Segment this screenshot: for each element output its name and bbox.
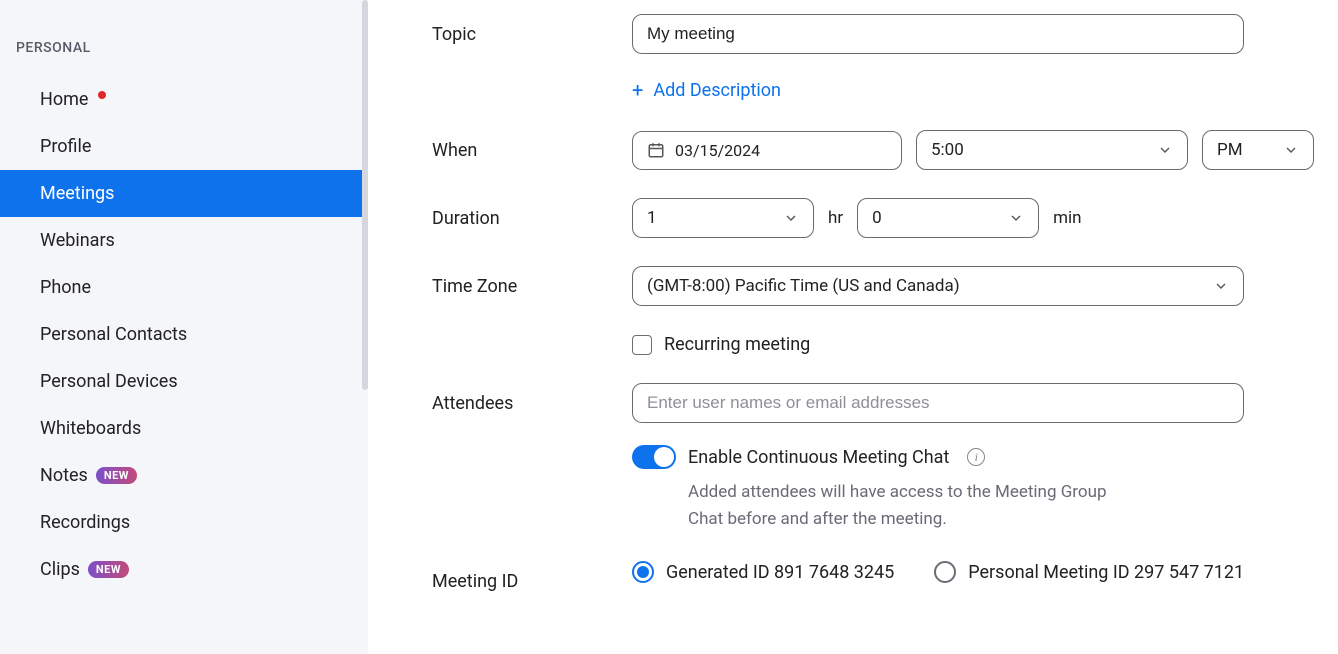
timezone-select[interactable]: (GMT-8:00) Pacific Time (US and Canada) <box>632 266 1244 306</box>
chevron-down-icon <box>1213 278 1229 294</box>
duration-label: Duration <box>432 198 632 229</box>
sidebar-item-label: Personal Devices <box>40 371 178 392</box>
continuous-chat-toggle[interactable] <box>632 445 676 469</box>
sidebar-item-profile[interactable]: Profile <box>0 123 368 170</box>
plus-icon: + <box>632 78 643 102</box>
add-description-label: Add Description <box>653 80 781 101</box>
sidebar-item-personal-contacts[interactable]: Personal Contacts <box>0 311 368 358</box>
sidebar-item-notes[interactable]: Notes NEW <box>0 452 368 499</box>
recurring-label: Recurring meeting <box>664 334 810 355</box>
new-badge: NEW <box>96 467 137 484</box>
date-picker[interactable]: 03/15/2024 <box>632 131 902 170</box>
sidebar-item-home[interactable]: Home <box>0 76 368 123</box>
topic-label: Topic <box>432 14 632 45</box>
attendees-label: Attendees <box>432 383 632 414</box>
scrollbar[interactable] <box>362 0 368 390</box>
main-content: Topic + Add Description When 03/15/2024 … <box>368 0 1338 654</box>
sidebar-item-meetings[interactable]: Meetings <box>0 170 368 217</box>
personal-id-radio[interactable] <box>934 561 956 583</box>
toggle-knob <box>654 447 674 467</box>
topic-input[interactable] <box>632 14 1244 54</box>
personal-id-label: Personal Meeting ID 297 547 7121 <box>968 562 1244 583</box>
time-value: 5:00 <box>931 140 964 160</box>
duration-hours-value: 1 <box>647 208 657 228</box>
notification-dot-icon <box>98 91 106 99</box>
sidebar-item-label: Webinars <box>40 230 115 251</box>
sidebar-item-label: Clips <box>40 559 80 580</box>
time-select[interactable]: 5:00 <box>916 130 1188 170</box>
attendees-input[interactable] <box>632 383 1244 423</box>
recurring-checkbox[interactable] <box>632 335 652 355</box>
chevron-down-icon <box>1283 142 1299 158</box>
sidebar-item-recordings[interactable]: Recordings <box>0 499 368 546</box>
add-description-button[interactable]: + Add Description <box>632 78 781 102</box>
calendar-icon <box>647 141 665 159</box>
duration-minutes-select[interactable]: 0 <box>857 198 1039 238</box>
sidebar-item-label: Meetings <box>40 183 114 204</box>
chevron-down-icon <box>1008 210 1024 226</box>
ampm-value: PM <box>1217 140 1243 160</box>
sidebar-item-label: Home <box>40 89 88 110</box>
sidebar-item-label: Recordings <box>40 512 130 533</box>
sidebar-item-label: Phone <box>40 277 91 298</box>
info-icon[interactable]: i <box>967 448 985 466</box>
sidebar-item-whiteboards[interactable]: Whiteboards <box>0 405 368 452</box>
sidebar-item-label: Whiteboards <box>40 418 141 439</box>
continuous-chat-help: Added attendees will have access to the … <box>688 479 1138 533</box>
duration-hours-select[interactable]: 1 <box>632 198 814 238</box>
sidebar-item-label: Personal Contacts <box>40 324 187 345</box>
meeting-id-label: Meeting ID <box>432 561 632 592</box>
timezone-value: (GMT-8:00) Pacific Time (US and Canada) <box>647 276 960 296</box>
sidebar-section-title: PERSONAL <box>0 28 368 76</box>
timezone-label: Time Zone <box>432 266 632 297</box>
sidebar-item-clips[interactable]: Clips NEW <box>0 546 368 593</box>
chevron-down-icon <box>783 210 799 226</box>
ampm-select[interactable]: PM <box>1202 130 1314 170</box>
sidebar-item-phone[interactable]: Phone <box>0 264 368 311</box>
generated-id-label: Generated ID 891 7648 3245 <box>666 562 894 583</box>
sidebar-item-webinars[interactable]: Webinars <box>0 217 368 264</box>
sidebar-item-label: Notes <box>40 465 88 486</box>
when-label: When <box>432 130 632 161</box>
continuous-chat-label: Enable Continuous Meeting Chat <box>688 447 949 468</box>
sidebar-item-label: Profile <box>40 136 91 157</box>
hours-unit: hr <box>828 208 843 228</box>
new-badge: NEW <box>88 561 129 578</box>
generated-id-radio[interactable] <box>632 561 654 583</box>
date-value: 03/15/2024 <box>675 141 760 160</box>
chevron-down-icon <box>1157 142 1173 158</box>
sidebar-item-personal-devices[interactable]: Personal Devices <box>0 358 368 405</box>
sidebar: PERSONAL Home Profile Meetings Webinars … <box>0 0 368 654</box>
duration-minutes-value: 0 <box>872 208 882 228</box>
minutes-unit: min <box>1053 208 1081 228</box>
